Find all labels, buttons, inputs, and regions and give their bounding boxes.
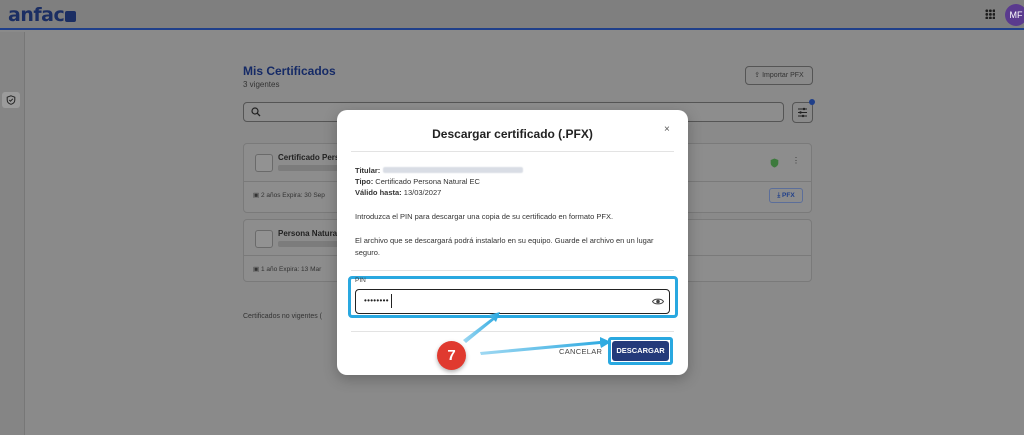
- arrow-to-download-button: [480, 337, 611, 355]
- arrow-to-pin-field: [463, 312, 500, 343]
- step-number-badge: 7: [437, 341, 466, 370]
- annotation-arrows: [463, 312, 611, 355]
